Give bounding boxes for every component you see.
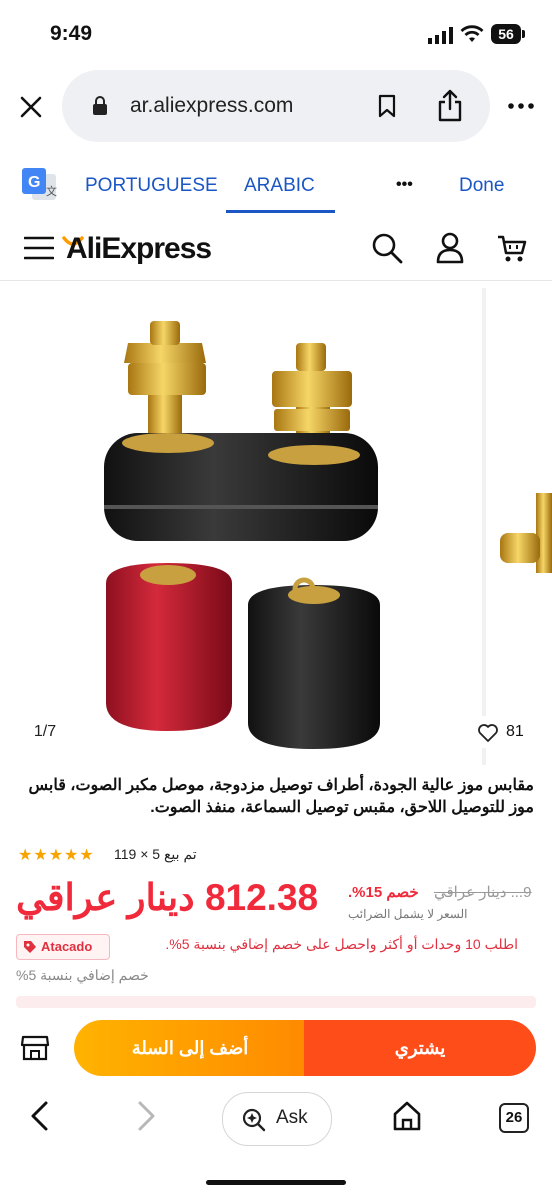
tabs-button[interactable]: 26: [499, 1103, 529, 1133]
translate-done-button[interactable]: Done: [459, 175, 504, 197]
status-bar: 9:49 56: [0, 0, 552, 70]
tag-icon: [24, 941, 36, 953]
product-image-gallery[interactable]: 1/7 81: [0, 283, 552, 765]
forward-icon[interactable]: [134, 1100, 158, 1132]
bookmark-icon[interactable]: [376, 94, 398, 118]
home-icon[interactable]: [392, 1100, 422, 1132]
svg-text:G: G: [28, 174, 40, 191]
atacado-badge: Atacado: [16, 934, 110, 960]
wishlist-button[interactable]: 81: [466, 716, 538, 748]
home-indicator: [206, 1180, 346, 1185]
header-divider: [0, 280, 552, 281]
add-to-cart-button[interactable]: أضف إلى السلة: [74, 1020, 306, 1076]
price: 812.38 دينار عراقي: [16, 877, 319, 918]
close-icon[interactable]: [18, 94, 44, 120]
signal-icon: [428, 27, 453, 44]
tax-note: السعر لا يشمل الضرائب: [348, 907, 468, 921]
google-translate-icon[interactable]: G 文: [22, 168, 58, 202]
back-icon[interactable]: [28, 1100, 52, 1132]
active-tab-indicator: [226, 210, 335, 213]
share-icon[interactable]: [436, 88, 464, 122]
battery-tip: [522, 30, 525, 38]
search-icon[interactable]: [371, 232, 403, 264]
svg-text:文: 文: [46, 184, 57, 198]
rating-stars: ★★★★★: [18, 847, 95, 864]
cart-icon[interactable]: [496, 234, 528, 264]
aliexpress-logo[interactable]: AliExpress: [66, 232, 212, 266]
account-icon[interactable]: [436, 232, 464, 264]
product-image: [104, 288, 552, 765]
menu-icon[interactable]: [24, 235, 54, 261]
sold-count: تم بيع 5 × 119: [114, 846, 197, 862]
store-icon[interactable]: [20, 1034, 50, 1062]
buy-now-button[interactable]: يشتري: [304, 1020, 536, 1076]
discount-label: خصم 15%.: [348, 884, 419, 901]
translate-tab-arabic[interactable]: ARABIC: [244, 175, 315, 197]
wifi-icon: [460, 25, 484, 42]
heart-icon: [478, 724, 498, 742]
battery-icon: 56: [491, 24, 521, 44]
image-counter: 1/7: [18, 717, 72, 747]
url-text[interactable]: ar.aliexpress.com: [130, 94, 293, 118]
translate-more-button[interactable]: •••: [396, 176, 413, 194]
clock: 9:49: [50, 22, 93, 45]
original-price: 9... دينار عراقي: [434, 884, 532, 901]
ask-label[interactable]: Ask: [276, 1107, 308, 1129]
translate-tab-portuguese[interactable]: PORTUGUESE: [85, 175, 218, 197]
ask-sparkle-icon: [242, 1108, 266, 1132]
coupon-banner[interactable]: [16, 996, 536, 1008]
atacado-label: Atacado: [41, 939, 93, 954]
bulk-discount-offer: اطلب 10 وحدات أو أكثر واحصل على خصم إضاف…: [165, 936, 518, 952]
extra-discount: خصم إضافي بنسبة 5%: [16, 967, 149, 983]
lock-icon: [93, 96, 107, 115]
more-icon[interactable]: [508, 102, 534, 110]
product-title: مقابس موز عالية الجودة، أطراف توصيل مزدو…: [28, 777, 534, 816]
likes-count: 81: [506, 723, 524, 740]
